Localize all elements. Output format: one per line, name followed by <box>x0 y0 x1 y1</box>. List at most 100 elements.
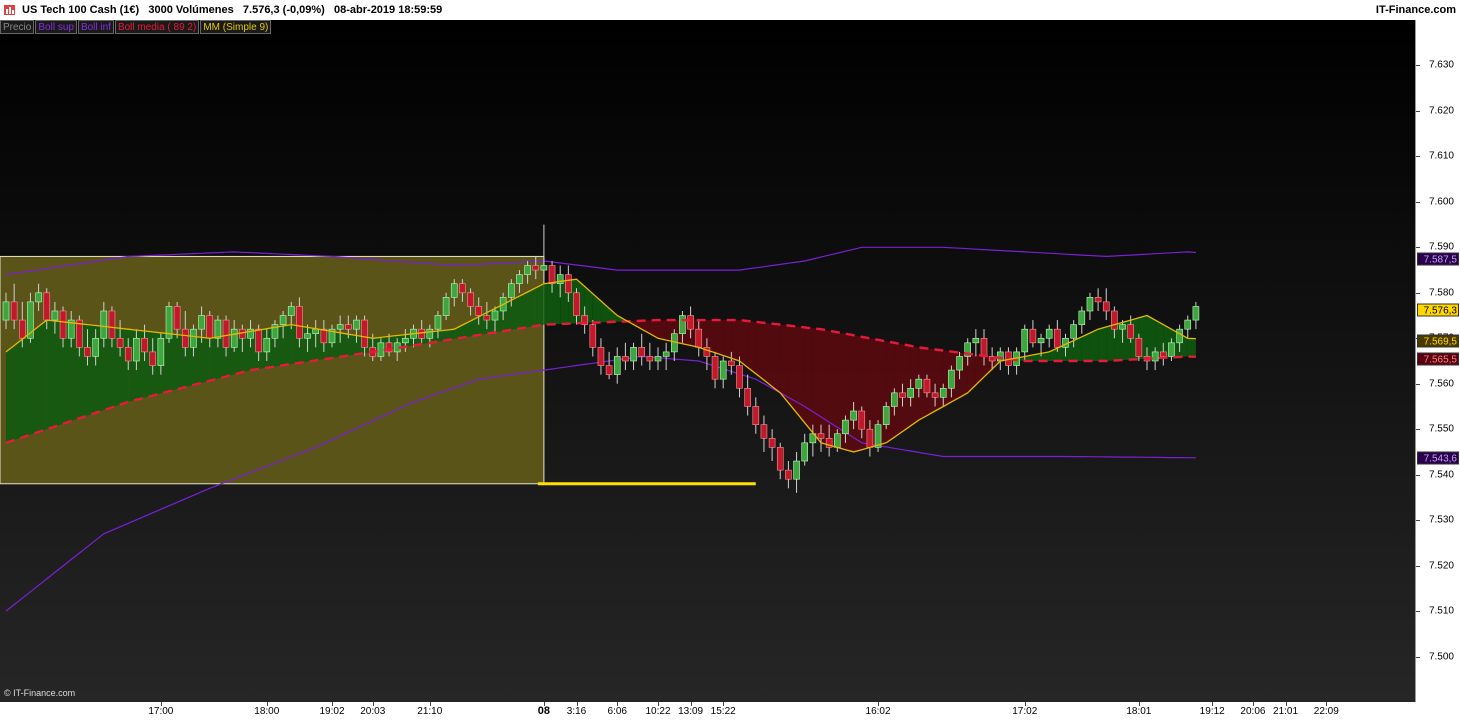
candle-body-up <box>1021 328 1029 353</box>
candle-body-up <box>230 328 238 348</box>
trend-fill-segment <box>46 320 55 430</box>
candle-body-down <box>1102 301 1110 312</box>
copyright-label: © IT-Finance.com <box>4 688 76 698</box>
candle-body-up <box>850 410 857 421</box>
candle-body-down <box>923 378 931 394</box>
candle-body-up <box>336 324 344 330</box>
y-tick-label: 7.560 <box>1428 378 1454 390</box>
price-tag: 7.576,3 <box>1417 303 1459 317</box>
y-tick-label: 7.550 <box>1428 423 1454 435</box>
price-tag: 7.587,5 <box>1417 252 1459 266</box>
trend-fill-segment <box>1089 329 1099 361</box>
trend-fill-segment <box>747 320 756 374</box>
candle-body-up <box>833 433 841 448</box>
candle-body-up <box>35 292 42 303</box>
title-bar: US Tech 100 Cash (1€) 3000 Volúmenes 7.5… <box>0 0 1460 20</box>
candle-body-up <box>442 297 450 316</box>
candle-body-down <box>344 324 352 330</box>
chart-icon <box>4 5 15 15</box>
candle-body-down <box>573 292 580 316</box>
candle-body-up <box>654 356 662 362</box>
trend-fill-segment <box>804 327 813 433</box>
y-tick <box>1416 292 1420 294</box>
candle-body-down <box>10 301 18 321</box>
candle-body-up <box>891 392 898 407</box>
trend-fill-segment <box>527 287 536 328</box>
legend-item[interactable]: MM (Simple 9) <box>200 20 272 34</box>
candle-body-up <box>524 265 531 275</box>
price-chart[interactable] <box>0 20 1415 702</box>
candle-body-down <box>687 315 694 330</box>
candle-body-down <box>1111 310 1118 330</box>
trend-fill-segment <box>1081 332 1090 361</box>
trend-fill-segment <box>283 324 292 366</box>
trend-fill-segment <box>886 341 895 443</box>
candle-body-up <box>287 306 295 316</box>
trend-fill-segment <box>739 320 748 368</box>
candle-body-up <box>907 387 914 398</box>
y-tick <box>1416 156 1420 158</box>
trend-fill-segment <box>511 296 520 330</box>
candle-body-down <box>483 315 491 321</box>
candle-body-up <box>1168 342 1175 357</box>
candle-body-down <box>43 292 51 321</box>
legend-item[interactable]: Boll sup <box>35 20 77 34</box>
candle-body-down <box>149 351 156 366</box>
x-tick-label: 3:16 <box>566 706 587 717</box>
x-tick-label: 22:09 <box>1313 706 1339 717</box>
candle-body-up <box>516 274 523 285</box>
candle-body-down <box>711 356 719 380</box>
trend-fill-segment <box>845 333 854 452</box>
x-tick-label: 16:02 <box>865 706 891 717</box>
trend-fill-segment <box>1106 324 1115 361</box>
candle-body-up <box>540 265 548 271</box>
candle-body-down <box>589 324 597 348</box>
trend-fill-segment <box>723 320 732 359</box>
trend-fill-segment <box>6 345 15 443</box>
chart-title: US Tech 100 Cash (1€) 3000 Volúmenes 7.5… <box>22 4 443 16</box>
candle-body-up <box>630 347 637 362</box>
candle-body-down <box>467 292 474 307</box>
candle-body-down <box>1054 328 1061 348</box>
trend-fill-segment <box>780 324 789 403</box>
candle-body-up <box>491 310 499 321</box>
candle-body-up <box>51 310 59 321</box>
x-tick-label: 10:22 <box>645 706 671 717</box>
candle-body-down <box>785 469 792 480</box>
candle-body-down <box>1135 337 1143 357</box>
candle-body-up <box>719 360 727 380</box>
candle-body-up <box>450 283 458 298</box>
candle-body-down <box>182 328 189 348</box>
trend-fill-segment <box>731 320 740 361</box>
trend-fill-segment <box>543 282 553 325</box>
candle-body-up <box>1045 328 1053 339</box>
candle-body-up <box>304 333 311 339</box>
trend-fill-segment <box>552 281 561 325</box>
candle-body-down <box>605 365 613 375</box>
y-tick <box>1416 565 1420 567</box>
candle-body-down <box>638 347 646 357</box>
y-tick <box>1416 520 1420 522</box>
x-tick-label: 13:09 <box>678 706 704 717</box>
x-tick-label: 19:12 <box>1199 706 1225 717</box>
candle-body-down <box>776 447 784 471</box>
legend-item[interactable]: Boll inf <box>77 20 114 34</box>
trend-fill-segment <box>812 328 821 443</box>
y-tick-label: 7.500 <box>1428 651 1454 663</box>
trend-fill-segment <box>1098 326 1107 361</box>
legend-item[interactable]: Precio <box>0 20 35 34</box>
candle[interactable] <box>874 420 882 452</box>
candle-body-up <box>793 460 800 480</box>
candle-body-up <box>662 351 670 357</box>
candle-body-down <box>141 337 148 353</box>
candle-body-down <box>418 328 425 339</box>
y-tick-label: 7.540 <box>1428 469 1454 481</box>
trend-fill-segment <box>755 321 764 381</box>
x-tick-label: 08 <box>537 705 551 717</box>
legend-item[interactable]: Boll media ( 89 2) <box>114 20 200 34</box>
y-tick-label: 7.600 <box>1428 196 1454 208</box>
trend-fill-segment <box>796 326 805 423</box>
candle[interactable] <box>165 301 173 343</box>
candle-body-up <box>279 315 287 325</box>
candle-body-down <box>1029 328 1037 344</box>
